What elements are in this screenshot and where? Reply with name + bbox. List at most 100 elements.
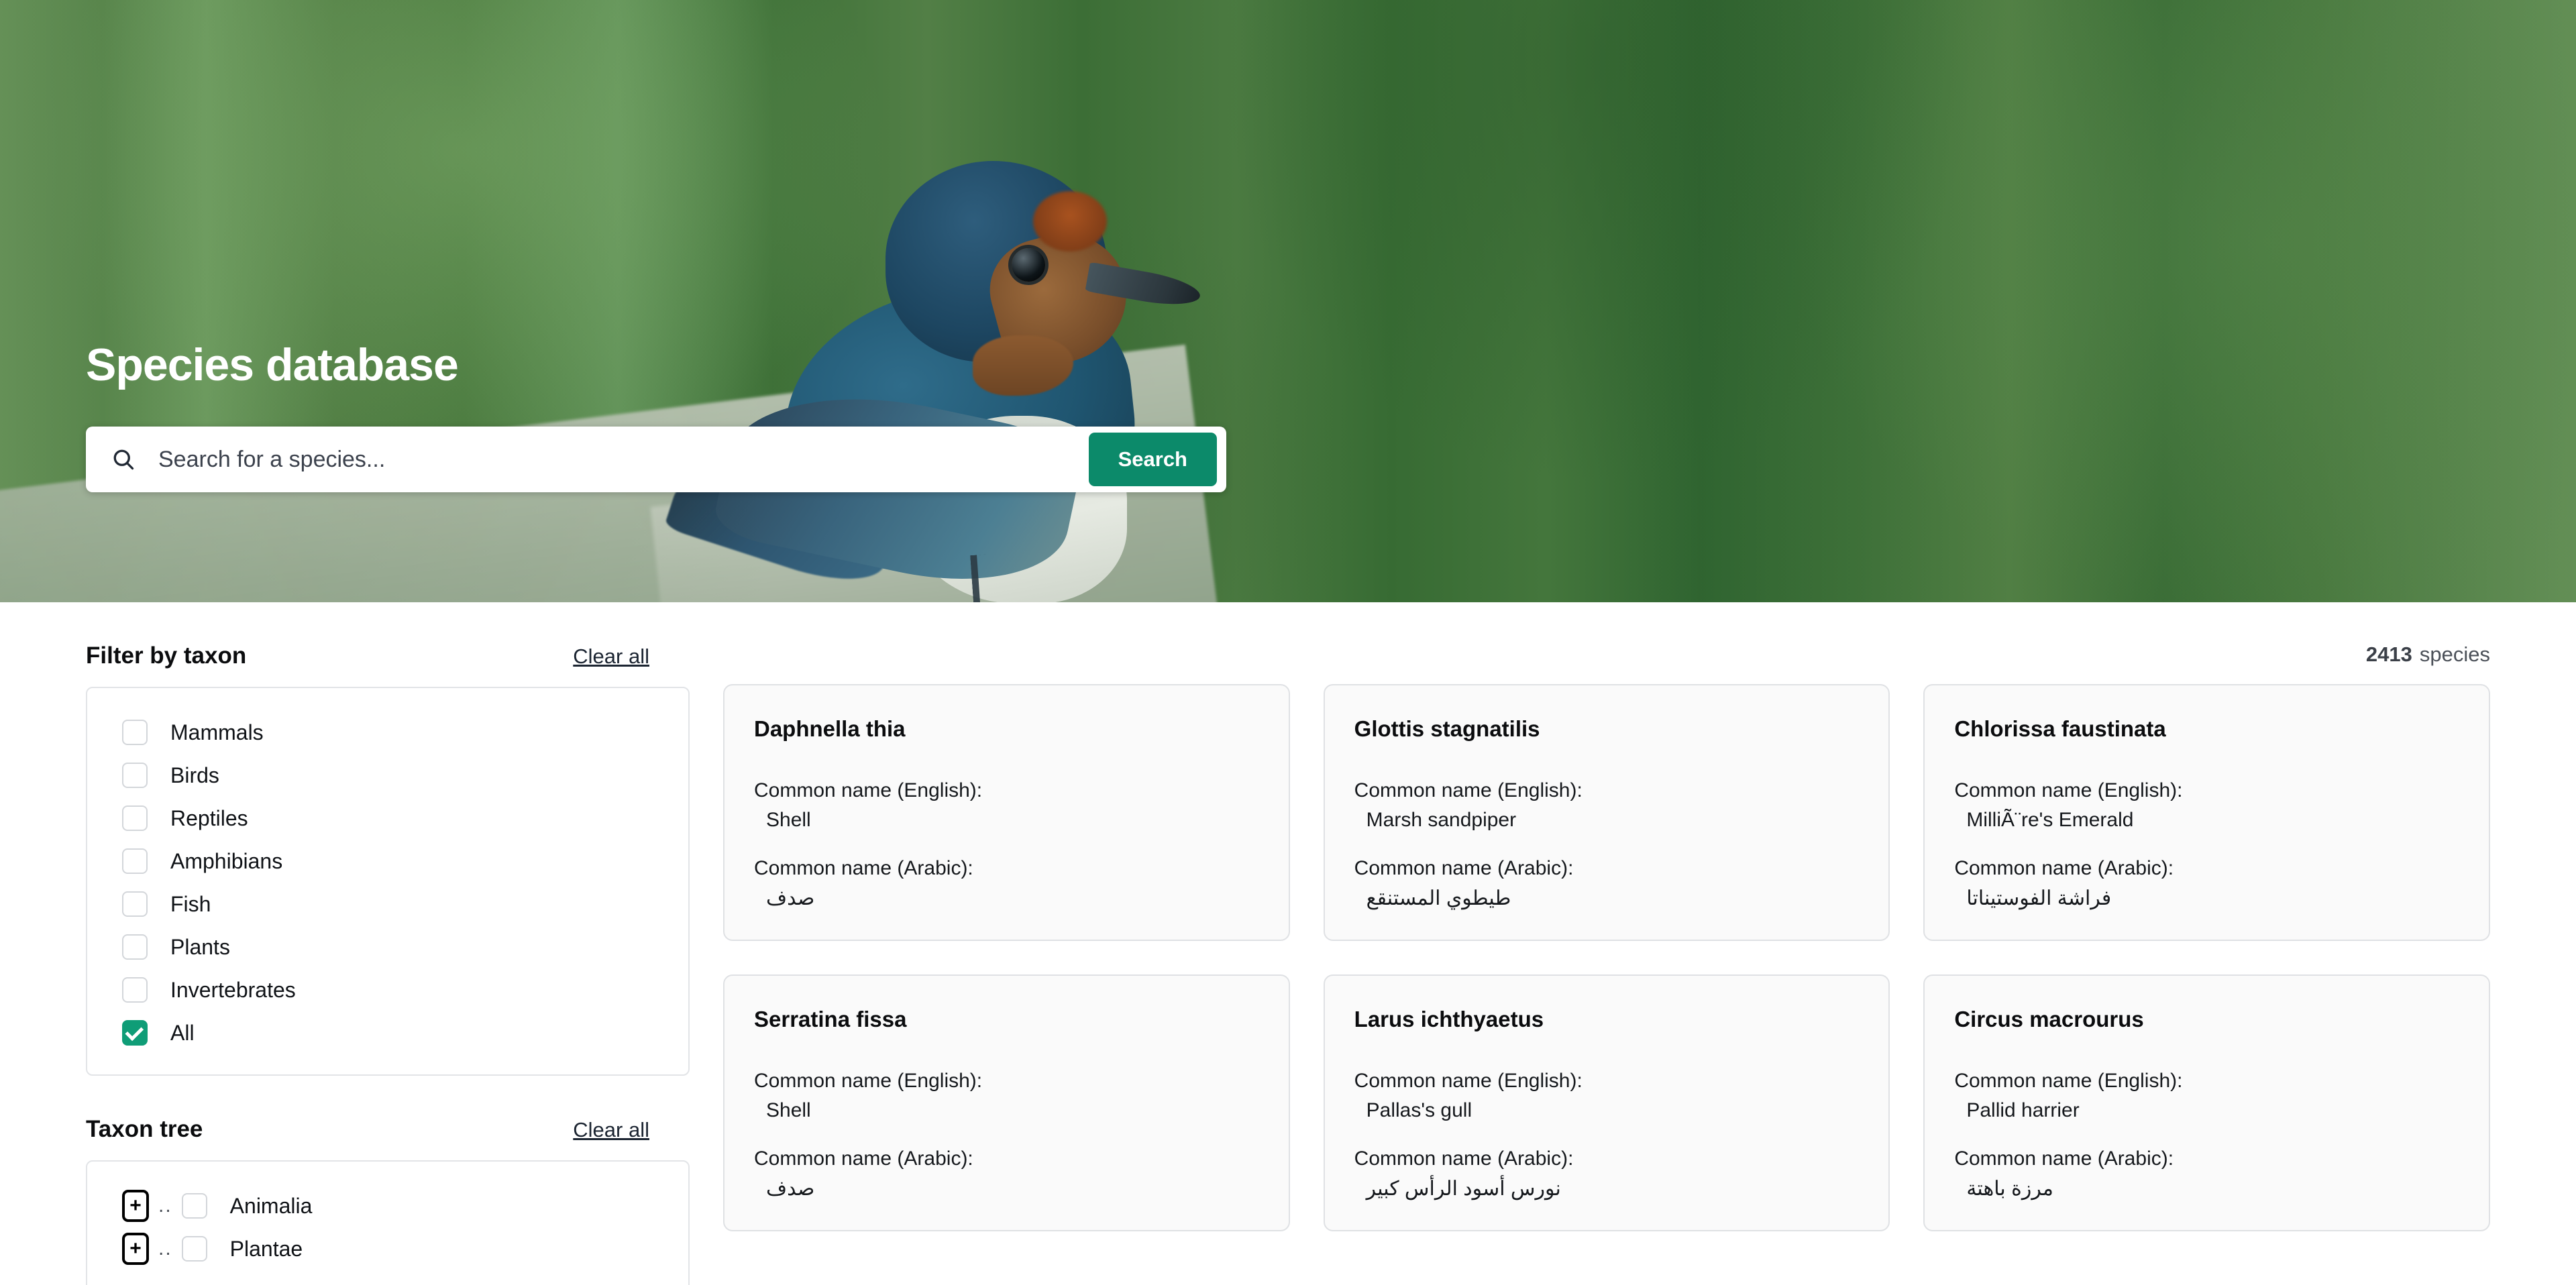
species-card[interactable]: Serratina fissa Common name (English): S… <box>723 974 1290 1231</box>
filter-item-all[interactable]: All <box>87 1011 688 1054</box>
common-name-arabic-block: Common name (Arabic): نورس أسود الرأس كب… <box>1354 1148 1860 1200</box>
results-count-bar: 2413 species <box>723 602 2490 684</box>
common-name-arabic-value: فراشة الفوستيناتا <box>1966 887 2112 909</box>
filter-sidebar: Filter by taxon Clear all Mammals Birds … <box>86 602 690 1285</box>
taxon-tree-title: Taxon tree <box>86 1116 203 1142</box>
common-name-english-value: Shell <box>766 809 811 831</box>
filter-label: All <box>170 1020 195 1045</box>
species-count: 2413 <box>2365 642 2412 666</box>
taxon-filter-panel: Mammals Birds Reptiles Amphibians Fish P… <box>86 687 690 1076</box>
common-name-arabic-value: صدف <box>766 887 815 909</box>
filter-item-invertebrates[interactable]: Invertebrates <box>87 968 688 1011</box>
filter-item-plants[interactable]: Plants <box>87 926 688 968</box>
species-card[interactable]: Chlorissa faustinata Common name (Englis… <box>1923 684 2490 941</box>
common-name-english-label: Common name (English): <box>1954 779 2183 801</box>
common-name-english-label: Common name (English): <box>754 779 983 801</box>
common-name-arabic-block: Common name (Arabic): صدف <box>754 1148 1259 1200</box>
filter-label: Mammals <box>170 720 264 744</box>
common-name-arabic-label: Common name (Arabic): <box>1354 1148 1574 1170</box>
filter-item-amphibians[interactable]: Amphibians <box>87 840 688 883</box>
species-count-label: species <box>2419 642 2490 666</box>
checkbox-invertebrates[interactable] <box>122 977 148 1003</box>
common-name-english-label: Common name (English): <box>1954 1070 2183 1092</box>
taxon-tree-header: Taxon tree Clear all <box>86 1076 649 1160</box>
common-name-arabic-label: Common name (Arabic): <box>1954 857 2174 879</box>
filter-label: Amphibians <box>170 848 283 873</box>
species-scientific-name: Serratina fissa <box>754 1007 907 1031</box>
checkbox-plants[interactable] <box>122 934 148 960</box>
filter-label: Birds <box>170 763 219 787</box>
common-name-english-value: MilliÃ¨re's Emerald <box>1966 809 2134 831</box>
search-button[interactable]: Search <box>1088 433 1217 486</box>
filter-clear-all-link[interactable]: Clear all <box>573 645 649 669</box>
common-name-arabic-block: Common name (Arabic): مرزة باهتة <box>1954 1148 2459 1200</box>
page-title: Species database <box>86 339 459 390</box>
expand-plus-icon[interactable]: + <box>122 1233 149 1265</box>
common-name-arabic-block: Common name (Arabic): طيطوي المستنقع <box>1354 857 1860 910</box>
species-scientific-name: Glottis stagnatilis <box>1354 716 1540 741</box>
hero-overlay-veil <box>0 0 2576 602</box>
common-name-english-block: Common name (English): Pallid harrier <box>1954 1070 2459 1122</box>
common-name-arabic-label: Common name (Arabic): <box>754 1148 973 1170</box>
search-input[interactable] <box>136 446 1089 473</box>
tree-item-label: Plantae <box>229 1236 303 1261</box>
expand-plus-icon[interactable]: + <box>122 1190 149 1222</box>
common-name-arabic-label: Common name (Arabic): <box>1354 857 1574 879</box>
common-name-arabic-value: نورس أسود الرأس كبير <box>1366 1178 1561 1200</box>
filter-label: Plants <box>170 934 230 959</box>
common-name-english-block: Common name (English): Shell <box>754 1070 1259 1122</box>
common-name-english-value: Pallid harrier <box>1966 1099 2080 1121</box>
species-card[interactable]: Glottis stagnatilis Common name (English… <box>1323 684 1890 941</box>
common-name-english-block: Common name (English): Marsh sandpiper <box>1354 779 1860 832</box>
tree-item-plantae[interactable]: + .. Plantae <box>87 1227 688 1270</box>
tree-item-label: Animalia <box>229 1193 313 1218</box>
common-name-arabic-block: Common name (Arabic): صدف <box>754 857 1259 910</box>
filter-item-mammals[interactable]: Mammals <box>87 711 688 754</box>
hero-banner: Species database Search <box>0 0 2576 602</box>
checkbox-plantae[interactable] <box>181 1236 207 1262</box>
filter-label: Invertebrates <box>170 977 296 1002</box>
common-name-english-label: Common name (English): <box>1354 779 1582 801</box>
common-name-arabic-value: مرزة باهتة <box>1966 1178 2053 1200</box>
filter-by-taxon-title: Filter by taxon <box>86 642 247 669</box>
checkbox-all[interactable] <box>122 1020 148 1046</box>
filter-item-birds[interactable]: Birds <box>87 754 688 797</box>
common-name-arabic-label: Common name (Arabic): <box>1954 1148 2174 1170</box>
filter-by-taxon-header: Filter by taxon Clear all <box>86 602 649 687</box>
species-card[interactable]: Circus macrourus Common name (English): … <box>1923 974 2490 1231</box>
species-scientific-name: Daphnella thia <box>754 716 906 741</box>
common-name-arabic-label: Common name (Arabic): <box>754 857 973 879</box>
filter-item-fish[interactable]: Fish <box>87 883 688 926</box>
species-scientific-name: Larus ichthyaetus <box>1354 1007 1544 1031</box>
common-name-english-value: Pallas's gull <box>1366 1099 1472 1121</box>
tree-connector-dots: .. <box>158 1194 172 1217</box>
taxon-tree-panel: + .. Animalia + .. Plantae <box>86 1160 690 1285</box>
common-name-arabic-block: Common name (Arabic): فراشة الفوستيناتا <box>1954 857 2459 910</box>
checkbox-fish[interactable] <box>122 891 148 917</box>
species-scientific-name: Circus macrourus <box>1954 1007 2144 1031</box>
species-card[interactable]: Daphnella thia Common name (English): Sh… <box>723 684 1290 941</box>
species-card-grid: Daphnella thia Common name (English): Sh… <box>723 684 2490 1231</box>
checkbox-reptiles[interactable] <box>122 805 148 831</box>
filter-label: Fish <box>170 891 211 916</box>
taxon-tree-clear-all-link[interactable]: Clear all <box>573 1118 649 1142</box>
checkbox-mammals[interactable] <box>122 720 148 745</box>
common-name-english-block: Common name (English): Shell <box>754 779 1259 832</box>
common-name-english-block: Common name (English): MilliÃ¨re's Emera… <box>1954 779 2459 832</box>
filter-label: Reptiles <box>170 805 248 830</box>
common-name-english-value: Marsh sandpiper <box>1366 809 1517 831</box>
checkbox-birds[interactable] <box>122 763 148 788</box>
tree-item-animalia[interactable]: + .. Animalia <box>87 1184 688 1227</box>
checkbox-animalia[interactable] <box>181 1193 207 1219</box>
checkbox-amphibians[interactable] <box>122 848 148 874</box>
common-name-english-value: Shell <box>766 1099 811 1121</box>
results-area: 2413 species Daphnella thia Common name … <box>723 602 2490 1285</box>
search-bar: Search <box>86 427 1226 492</box>
common-name-arabic-value: طيطوي المستنقع <box>1366 887 1511 909</box>
common-name-arabic-value: صدف <box>766 1178 815 1200</box>
common-name-english-label: Common name (English): <box>754 1070 983 1092</box>
filter-item-reptiles[interactable]: Reptiles <box>87 797 688 840</box>
common-name-english-label: Common name (English): <box>1354 1070 1582 1092</box>
species-card[interactable]: Larus ichthyaetus Common name (English):… <box>1323 974 1890 1231</box>
main-content: Filter by taxon Clear all Mammals Birds … <box>0 602 2576 1285</box>
